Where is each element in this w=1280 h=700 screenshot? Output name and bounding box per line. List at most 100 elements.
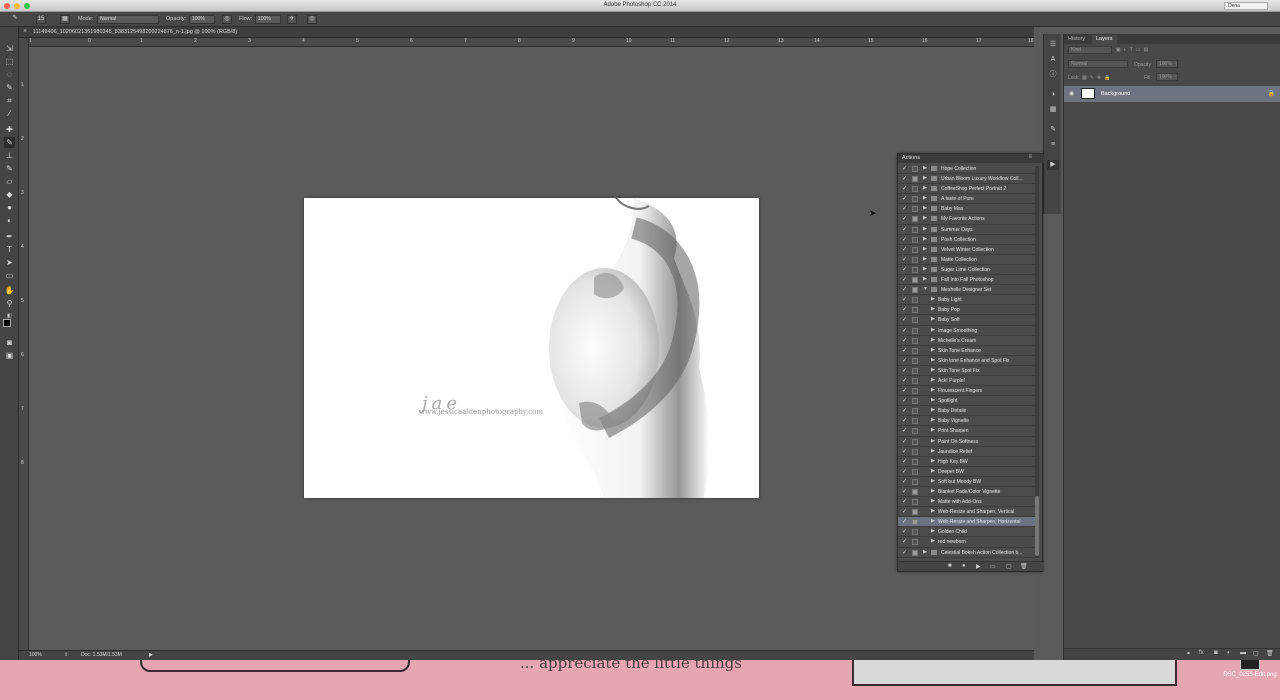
dialog-toggle[interactable] bbox=[912, 236, 918, 243]
layer-filter-icons[interactable]: ▣◐T▭▤ bbox=[1116, 47, 1151, 53]
lock-options-icons[interactable]: ▦✎✥🔒 bbox=[1082, 75, 1113, 81]
dialog-toggle[interactable] bbox=[912, 216, 918, 223]
hand-tool-icon[interactable]: ✋ bbox=[4, 285, 15, 296]
new-group-icon[interactable]: ▬ bbox=[1240, 650, 1246, 656]
type-tool-icon[interactable]: T bbox=[4, 244, 15, 255]
toggle-checkmark-icon[interactable]: ✓ bbox=[902, 347, 907, 354]
dialog-toggle[interactable] bbox=[912, 468, 918, 475]
toggle-checkmark-icon[interactable]: ✓ bbox=[902, 478, 907, 485]
toggle-checkmark-icon[interactable]: ✓ bbox=[902, 438, 907, 445]
action-row[interactable]: ✓ ▶ Deeper BW bbox=[898, 467, 1036, 477]
toggle-checkmark-icon[interactable]: ✓ bbox=[902, 266, 907, 273]
expand-right-icon[interactable]: ▶ bbox=[923, 195, 927, 201]
brush-size-picker[interactable]: 15 bbox=[36, 15, 46, 24]
dialog-toggle[interactable] bbox=[912, 206, 918, 213]
swatches-icon[interactable]: ▦ bbox=[1047, 105, 1059, 115]
dialog-toggle[interactable] bbox=[912, 166, 918, 172]
properties-icon[interactable]: ☰ bbox=[1047, 40, 1059, 50]
expand-right-icon[interactable]: ▶ bbox=[931, 296, 935, 302]
toggle-checkmark-icon[interactable]: ✓ bbox=[902, 357, 907, 364]
tab-layers[interactable]: Layers bbox=[1092, 35, 1117, 44]
action-row[interactable]: ✓ ▶ Flourescent Fingers bbox=[898, 386, 1036, 397]
layer-style-icon[interactable]: fx bbox=[1199, 650, 1204, 656]
lasso-tool-icon[interactable]: ◌ bbox=[4, 69, 15, 80]
toggle-checkmark-icon[interactable]: ✓ bbox=[902, 367, 907, 374]
action-set-row[interactable]: ✓ ▶ A taste of Pure bbox=[898, 194, 1036, 205]
expand-right-icon[interactable]: ▶ bbox=[931, 518, 935, 524]
expand-right-icon[interactable]: ▶ bbox=[923, 266, 927, 272]
dialog-toggle[interactable] bbox=[912, 277, 918, 284]
eyedropper-tool-icon[interactable]: ⁄ bbox=[4, 108, 15, 119]
action-row[interactable]: ✓ ▶ Matte with Add-Ons bbox=[898, 497, 1036, 508]
dialog-toggle[interactable] bbox=[912, 478, 918, 485]
toggle-checkmark-icon[interactable]: ✓ bbox=[902, 185, 907, 192]
brush-presets-icon[interactable]: ✎ bbox=[1047, 125, 1059, 135]
toggle-checkmark-icon[interactable]: ✓ bbox=[902, 407, 907, 414]
crop-tool-icon[interactable]: ⌗ bbox=[4, 95, 15, 106]
expand-right-icon[interactable]: ▶ bbox=[931, 488, 935, 494]
expand-right-icon[interactable]: ▶ bbox=[931, 397, 935, 403]
adjustments-icon[interactable]: ◑ bbox=[1047, 90, 1059, 100]
toggle-checkmark-icon[interactable]: ✓ bbox=[902, 397, 907, 404]
toggle-checkmark-icon[interactable]: ✓ bbox=[902, 306, 907, 313]
new-action-icon[interactable]: ▢ bbox=[1006, 563, 1012, 570]
clone-stamp-tool-icon[interactable]: ⊥ bbox=[4, 150, 15, 161]
dialog-toggle[interactable] bbox=[912, 297, 918, 304]
brush-tool-preset-icon[interactable]: ✎ bbox=[10, 15, 20, 24]
expand-right-icon[interactable]: ▶ bbox=[931, 458, 935, 464]
close-document-icon[interactable]: × bbox=[23, 28, 27, 35]
dialog-toggle[interactable] bbox=[912, 408, 918, 415]
dialog-toggle[interactable] bbox=[912, 357, 918, 364]
dialog-toggle[interactable] bbox=[912, 176, 918, 183]
mode-select[interactable]: Normal bbox=[97, 15, 159, 24]
toggle-checkmark-icon[interactable]: ✓ bbox=[902, 427, 907, 434]
expand-right-icon[interactable]: ▶ bbox=[923, 185, 927, 191]
toggle-checkmark-icon[interactable]: ✓ bbox=[902, 458, 907, 465]
action-row[interactable]: ✓ ▶ High Key BW bbox=[898, 457, 1036, 467]
dialog-toggle[interactable] bbox=[912, 458, 918, 465]
expand-right-icon[interactable]: ▶ bbox=[931, 528, 935, 534]
record-icon[interactable]: ● bbox=[962, 563, 966, 569]
action-row[interactable]: ✓ ▶ Print Sharpen bbox=[898, 426, 1036, 437]
layer-opacity-input[interactable]: 100% bbox=[1156, 60, 1178, 68]
action-row[interactable]: ✓ ▶ Skin tone Enhance and Spot Fix bbox=[898, 356, 1036, 366]
new-set-icon[interactable]: ▭ bbox=[990, 563, 996, 570]
action-row[interactable]: ✓ ▶ Blanket Fade/Color Vignette bbox=[898, 487, 1036, 498]
toggle-checkmark-icon[interactable]: ✓ bbox=[902, 488, 907, 495]
healing-brush-tool-icon[interactable]: ✚ bbox=[4, 124, 15, 135]
action-row[interactable]: ✓ ▶ Baby Soft bbox=[898, 315, 1036, 326]
dialog-toggle[interactable] bbox=[912, 266, 918, 273]
dialog-toggle[interactable] bbox=[912, 327, 918, 334]
layer-name[interactable]: Background bbox=[1101, 91, 1130, 97]
action-row[interactable]: ✓ ▶ Baby Details bbox=[898, 406, 1036, 417]
action-row[interactable]: ✓ ▶ Web-Resize and Sharpen, Vertical bbox=[898, 507, 1036, 518]
flow-input[interactable]: 100% bbox=[255, 15, 281, 24]
action-row[interactable]: ✓ ▶ Baby Light bbox=[898, 295, 1036, 306]
toggle-checkmark-icon[interactable]: ✓ bbox=[902, 549, 907, 556]
toggle-checkmark-icon[interactable]: ✓ bbox=[902, 195, 907, 202]
scrollbar-thumb[interactable] bbox=[1035, 496, 1039, 556]
expand-right-icon[interactable]: ▶ bbox=[931, 498, 935, 504]
dialog-toggle[interactable] bbox=[912, 428, 918, 435]
action-set-row[interactable]: ✓ ▶ Sugar Lime Collection bbox=[898, 265, 1036, 276]
toggle-checkmark-icon[interactable]: ✓ bbox=[902, 417, 907, 424]
horizontal-ruler[interactable]: 1 0 1 2 3 4 5 6 7 8 9 10 11 12 13 14 15 … bbox=[29, 38, 1034, 47]
expand-right-icon[interactable]: ▶ bbox=[923, 165, 927, 171]
expand-right-icon[interactable]: ▶ bbox=[923, 256, 927, 262]
action-row[interactable]: ✓ ▶ Soft but Moody BW bbox=[898, 477, 1036, 487]
toggle-checkmark-icon[interactable]: ✓ bbox=[902, 316, 907, 323]
dialog-toggle[interactable] bbox=[912, 347, 918, 354]
action-row[interactable]: ✓ ▶ Baby Pop bbox=[898, 305, 1036, 316]
expand-right-icon[interactable]: ▶ bbox=[931, 327, 935, 333]
canvas-area[interactable]: jae www.jessicaaldenphotography.com ➤ bbox=[29, 48, 1034, 650]
action-set-row[interactable]: ✓ ▶ My Favorite Actions bbox=[898, 214, 1036, 225]
action-set-row[interactable]: ✓ ▼ Meshelle Designer Set bbox=[898, 285, 1036, 296]
toggle-checkmark-icon[interactable]: ✓ bbox=[902, 387, 907, 394]
action-set-row[interactable]: ✓ ▶ Matte Collection bbox=[898, 255, 1036, 265]
expand-right-icon[interactable]: ▶ bbox=[923, 236, 927, 242]
quick-mask-icon[interactable]: ◙ bbox=[4, 337, 15, 348]
zoom-tool-icon[interactable]: ⚲ bbox=[4, 298, 15, 309]
expand-right-icon[interactable]: ▶ bbox=[923, 246, 927, 252]
desktop-file-thumbnail[interactable] bbox=[1240, 660, 1260, 670]
actions-panel-icon[interactable]: ▶ bbox=[1047, 160, 1059, 170]
